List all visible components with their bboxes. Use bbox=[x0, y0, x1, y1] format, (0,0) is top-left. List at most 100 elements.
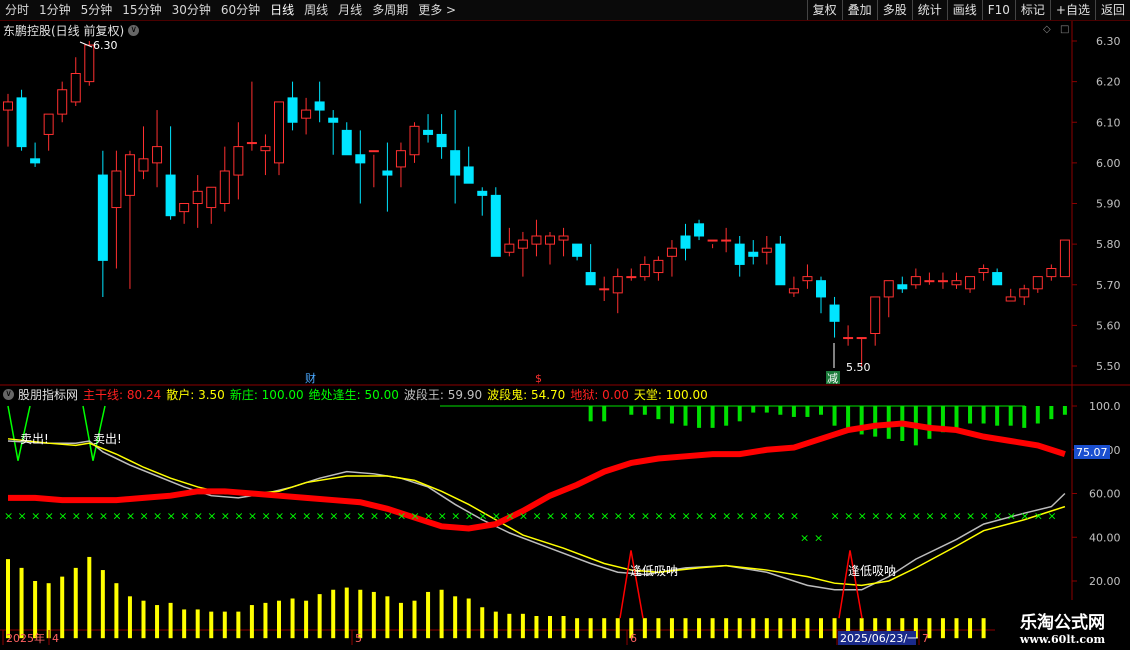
histogram-bar bbox=[141, 600, 146, 639]
tab-period-2[interactable]: 5分钟 bbox=[76, 0, 118, 20]
event-marker: 减 bbox=[827, 372, 838, 385]
green-histogram-bar bbox=[737, 406, 742, 422]
tab-period-6[interactable]: 日线 bbox=[265, 0, 299, 20]
price-axis-label: 6.10 bbox=[1096, 116, 1121, 129]
x-marker: × bbox=[221, 509, 230, 522]
histogram-bar bbox=[249, 605, 254, 639]
green-histogram-bar bbox=[683, 406, 688, 426]
action-button-8[interactable]: 返回 bbox=[1094, 0, 1130, 20]
tab-period-1[interactable]: 1分钟 bbox=[34, 0, 76, 20]
green-histogram-bar bbox=[1022, 406, 1027, 428]
green-histogram-bar bbox=[778, 406, 783, 415]
histogram-bar bbox=[317, 594, 322, 639]
action-button-2[interactable]: 多股 bbox=[876, 0, 912, 20]
action-button-0[interactable]: 复权 bbox=[806, 0, 842, 20]
x-marker: × bbox=[194, 509, 203, 522]
x-marker: × bbox=[356, 509, 365, 522]
chevron-down-icon[interactable]: ∨ bbox=[3, 388, 14, 400]
candle-body bbox=[1046, 268, 1057, 278]
price-axis-label: 6.00 bbox=[1096, 157, 1121, 170]
candle-body bbox=[233, 146, 244, 176]
green-histogram-bar bbox=[710, 406, 715, 428]
histogram-bar bbox=[87, 556, 92, 639]
histogram-bar bbox=[195, 609, 200, 639]
x-marker: × bbox=[600, 509, 609, 522]
histogram-bar bbox=[548, 616, 552, 639]
histogram-bar bbox=[155, 605, 160, 639]
x-marker: × bbox=[45, 509, 54, 522]
candle-body bbox=[666, 247, 677, 257]
watermark-url: www.60lt.com bbox=[1019, 633, 1106, 646]
indicator-axis-label: 100.0 bbox=[1089, 400, 1121, 413]
candle-body bbox=[761, 247, 772, 253]
chart-title-row: 东鹏控股(日线 前复权) ∨ bbox=[0, 21, 140, 39]
indicator-value-0: 主干线: 80.24 bbox=[83, 387, 162, 402]
indicator-axis-label: 40.00 bbox=[1089, 531, 1121, 544]
candle-body bbox=[423, 129, 434, 135]
histogram-bar bbox=[846, 618, 851, 639]
indicator-value-4: 波段王: 59.90 bbox=[403, 387, 483, 402]
indicator-value-1: 散户: 3.50 bbox=[166, 387, 225, 402]
green-histogram-bar bbox=[642, 406, 647, 415]
histogram-bar bbox=[168, 602, 173, 639]
square-icon[interactable]: □ bbox=[1060, 24, 1069, 35]
action-button-6[interactable]: 标记 bbox=[1014, 0, 1050, 20]
action-button-1[interactable]: 叠加 bbox=[841, 0, 877, 20]
action-button-4[interactable]: 画线 bbox=[946, 0, 982, 20]
action-button-3[interactable]: 统计 bbox=[911, 0, 947, 20]
x-marker: × bbox=[668, 509, 677, 522]
candle-body bbox=[490, 194, 501, 257]
histogram-bar bbox=[724, 618, 729, 639]
period-tabs: 分时 1分钟 5分钟 15分钟 30分钟 60分钟 日线 周线 月线 多周期 更多 > bbox=[0, 0, 461, 20]
sell-triangle bbox=[7, 405, 31, 461]
chevron-down-icon[interactable]: ∨ bbox=[128, 24, 140, 36]
candle-body bbox=[829, 304, 840, 322]
x-marker: × bbox=[831, 509, 840, 522]
tab-period-10[interactable]: 更多 > bbox=[413, 0, 461, 20]
x-marker: × bbox=[1034, 509, 1043, 522]
candle-body bbox=[260, 146, 271, 152]
x-marker: × bbox=[316, 509, 325, 522]
x-marker: × bbox=[411, 509, 420, 522]
histogram-bar bbox=[236, 611, 241, 639]
tab-period-5[interactable]: 60分钟 bbox=[216, 0, 265, 20]
action-button-7[interactable]: +自选 bbox=[1049, 0, 1095, 20]
x-marker: × bbox=[587, 509, 596, 522]
histogram-bar bbox=[439, 589, 444, 639]
candle-body bbox=[287, 97, 298, 123]
histogram-bar bbox=[520, 613, 525, 639]
diamond-icon[interactable]: ◇ bbox=[1043, 24, 1051, 35]
histogram-bar bbox=[290, 598, 295, 639]
tab-period-0[interactable]: 分时 bbox=[0, 0, 34, 20]
histogram-bar bbox=[344, 587, 349, 639]
green-histogram-bar bbox=[791, 406, 796, 417]
histogram-bar bbox=[602, 618, 607, 639]
histogram-bar bbox=[697, 618, 702, 639]
histogram-bar bbox=[940, 618, 945, 639]
candle-body bbox=[192, 190, 203, 204]
green-histogram-bar bbox=[886, 406, 891, 439]
indicator-annotation: 逢低吸呐 bbox=[630, 564, 678, 578]
histogram-bar bbox=[73, 567, 78, 639]
histogram-bar bbox=[764, 618, 769, 639]
line-bodaogui bbox=[7, 438, 1066, 587]
x-marker: × bbox=[112, 509, 121, 522]
action-button-5[interactable]: F10 bbox=[981, 0, 1015, 20]
green-histogram-bar bbox=[697, 406, 702, 428]
price-axis-label: 6.20 bbox=[1096, 76, 1121, 89]
indicator-name: 股朋指标网 bbox=[18, 387, 79, 402]
chart-canvas[interactable]: 6.30 6.20 6.10 6.00 5.90 5.80 5.70 5.60 5.50 100.… bbox=[0, 0, 1130, 650]
green-histogram-bar bbox=[629, 406, 634, 415]
tab-period-9[interactable]: 多周期 bbox=[367, 0, 413, 20]
tab-period-8[interactable]: 月线 bbox=[333, 0, 367, 20]
histogram-bar bbox=[669, 618, 674, 639]
histogram-bar bbox=[913, 618, 918, 639]
candle-body bbox=[951, 280, 962, 286]
candle-body bbox=[978, 268, 989, 274]
tab-period-3[interactable]: 15分钟 bbox=[117, 0, 166, 20]
candle-body bbox=[816, 280, 826, 298]
tab-period-7[interactable]: 周线 bbox=[299, 0, 333, 20]
tab-period-4[interactable]: 30分钟 bbox=[167, 0, 216, 20]
x-marker: × bbox=[953, 509, 962, 522]
green-histogram-bar bbox=[981, 406, 986, 424]
